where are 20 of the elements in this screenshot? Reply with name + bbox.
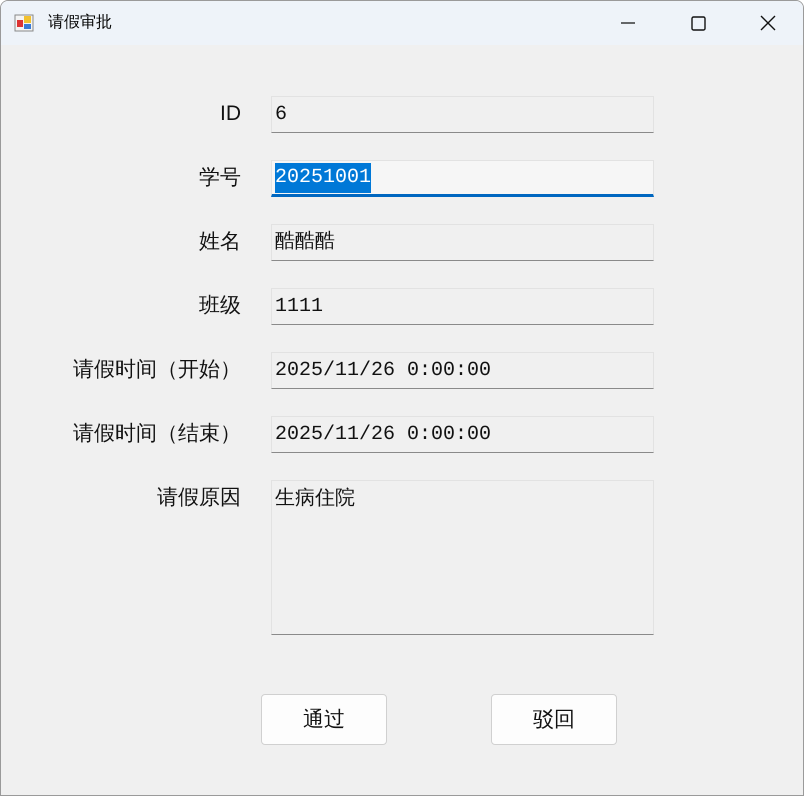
window-title: 请假审批 — [48, 12, 112, 33]
text-field[interactable]: 2025/11/26 0:00:00 — [271, 352, 654, 389]
text-field[interactable]: 20251001 — [271, 160, 654, 197]
field-label: 请假时间（结束） — [72, 421, 241, 447]
app-icon — [14, 13, 34, 33]
field-label: 学号 — [198, 165, 241, 191]
text-field[interactable]: 1111 — [271, 288, 654, 325]
maximize-icon — [690, 16, 706, 30]
text-field[interactable]: 6 — [271, 96, 654, 133]
close-icon — [760, 15, 776, 31]
field-label: 请假原因 — [156, 485, 241, 511]
field-label: 请假时间（开始） — [72, 357, 241, 383]
text-field[interactable]: 酷酷酷 — [271, 224, 654, 261]
field-label: ID — [219, 101, 241, 127]
field-label: 姓名 — [198, 229, 241, 255]
text-area[interactable]: 生病住院 — [271, 480, 654, 635]
field-label: 班级 — [198, 293, 241, 319]
action-button[interactable]: 通过 — [261, 694, 387, 745]
action-button[interactable]: 驳回 — [491, 694, 617, 745]
text-field[interactable]: 2025/11/26 0:00:00 — [271, 416, 654, 453]
